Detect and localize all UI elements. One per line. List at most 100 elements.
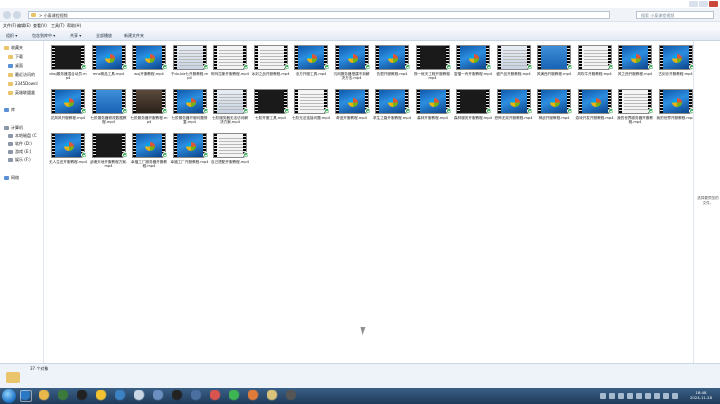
sidebar-item[interactable]: 软件 (D:)	[8, 141, 48, 148]
sync-check-icon	[526, 108, 533, 114]
video-thumbnail	[537, 89, 571, 114]
sync-check-icon	[243, 64, 249, 70]
file-item[interactable]: 夜一帐天工程开服教程.mp4	[414, 45, 452, 85]
toolbar-button[interactable]: 组织 ▾	[6, 33, 17, 39]
file-item[interactable]: 七阶服务器开服教程.mp4	[130, 89, 168, 129]
sidebar-item[interactable]: 娱乐 (F:)	[8, 157, 48, 164]
video-thumbnail	[91, 133, 126, 158]
app-icon[interactable]	[153, 390, 165, 402]
file-item[interactable]: 森林服务开服教程.mp4	[454, 89, 492, 129]
file-item[interactable]: 冰封之战开服教程.mp4	[252, 45, 290, 85]
close-button[interactable]	[709, 1, 718, 7]
search-input[interactable]: 搜索 小泰课程视频	[636, 11, 714, 19]
chrome-icon[interactable]	[58, 390, 70, 402]
folder-icon[interactable]	[39, 390, 51, 402]
file-item[interactable]: 求生之路开服教程.mp4	[373, 89, 411, 129]
toolbar-button[interactable]: 新建文件夹	[124, 33, 144, 39]
sidebar-item[interactable]: 下载	[8, 54, 48, 61]
file-item[interactable]: 花风风开服教程.mp4	[49, 89, 87, 129]
file-item[interactable]: 七阶开服工具.mp4	[252, 89, 290, 129]
app-icon[interactable]	[191, 390, 203, 402]
drive-icon	[8, 150, 13, 154]
sidebar-item[interactable]: 游戏 (E:)	[8, 149, 48, 156]
sidebar-item[interactable]: 计算机	[4, 125, 44, 132]
forward-button[interactable]	[13, 11, 21, 19]
file-item[interactable]: 无人生还开服教程.mp4	[49, 133, 87, 173]
windows-logo-icon	[64, 98, 74, 107]
sync-check-icon	[445, 64, 452, 70]
file-item[interactable]: 幸福工厂服务器开服教程.mp4	[130, 133, 168, 173]
sidebar-item[interactable]: 桌面	[8, 63, 48, 70]
sidebar-item[interactable]: 2345Downl	[8, 81, 48, 88]
file-item[interactable]: 奇迹开服教程.mp4	[333, 89, 371, 129]
sidebar-item[interactable]: 英雄联盟盒	[8, 90, 48, 97]
back-button[interactable]	[3, 11, 11, 19]
file-item[interactable]: 风吹牛开服教程.mp4	[576, 45, 614, 85]
video-thumbnail	[51, 133, 85, 158]
file-item[interactable]: 森林开服教程.mp4	[414, 89, 452, 129]
file-item[interactable]: 阿玛拉斯开服教程.mp4	[211, 45, 249, 85]
app-icon[interactable]	[134, 390, 146, 402]
sidebar-item-label: 收藏夹	[11, 45, 23, 50]
file-item[interactable]: 恐怖无双开服教程.mp4	[495, 89, 533, 129]
file-item[interactable]: 神武开服教程.mp4	[535, 89, 573, 129]
file-item[interactable]: 武魂天地开服教程方案.mp4	[90, 133, 128, 173]
app-icon[interactable]	[248, 390, 260, 402]
file-item[interactable]: 千dx-blz七开服教程.mp4	[171, 45, 209, 85]
minimize-button[interactable]	[689, 1, 698, 7]
clock[interactable]: 18:48 2024-11-28	[684, 390, 718, 400]
menu-item[interactable]: 帮助(H)	[67, 23, 81, 29]
video-thumbnail	[253, 89, 288, 114]
penguin-icon[interactable]	[172, 390, 184, 402]
file-item[interactable]: 自己搭配开服教程.mp4	[211, 133, 249, 173]
start-button[interactable]	[2, 389, 16, 403]
file-item[interactable]: wxj开服教程.mp4	[130, 45, 168, 85]
file-item[interactable]: 盛产品开服教程.mp4	[495, 45, 533, 85]
file-item[interactable]: 我的世界服务器开服教程.mp4	[616, 89, 654, 129]
file-item[interactable]: 古剑诊开服教程.mp4	[657, 45, 695, 85]
sidebar-item[interactable]: 收藏夹	[4, 45, 44, 52]
edge-icon[interactable]	[229, 390, 241, 402]
menu-item[interactable]: 编辑(E)	[17, 23, 31, 29]
file-item[interactable]: 七阶服务器修改数据教程.mp4	[90, 89, 128, 129]
menu-item[interactable]: 工具(T)	[51, 23, 65, 29]
file-name: 古剑诊开服教程.mp4	[658, 72, 693, 76]
qq-icon[interactable]	[96, 390, 108, 402]
sidebar-item[interactable]: 最近访问的	[8, 72, 48, 79]
file-item[interactable]: 七阶无法连接问题.mp4	[292, 89, 330, 129]
video-thumbnail	[132, 89, 166, 114]
menu-item[interactable]: 文件(F)	[3, 23, 16, 29]
app-icon[interactable]	[267, 390, 279, 402]
file-item[interactable]: 幸福工厂开服教程.mp4	[171, 133, 209, 173]
file-item[interactable]: 风之西开服教程.mp4	[616, 45, 654, 85]
file-item[interactable]: 风满西开服教程.mp4	[535, 45, 573, 85]
sidebar-item[interactable]: 本地磁盘 (C	[8, 133, 48, 140]
sidebar-item[interactable]: 网络	[4, 175, 44, 182]
toolbar-button[interactable]: 全部播放	[96, 33, 112, 39]
folder-icon	[8, 82, 13, 86]
file-item[interactable]: dnsj服务器混合动员.mp4	[49, 45, 87, 85]
file-item[interactable]: 沧方开服工具.mp4	[292, 45, 330, 85]
file-item[interactable]: 仇恨开服教程.mp4	[373, 45, 411, 85]
file-item[interactable]: 游戏开发开服教程.mp4	[576, 89, 614, 129]
app-icon[interactable]	[210, 390, 222, 402]
file-item[interactable]: mns精品工具.mp4	[90, 45, 128, 85]
app-icon[interactable]	[286, 390, 298, 402]
toolbar-button[interactable]: 包含到库中 ▾	[32, 33, 55, 39]
ie-icon[interactable]	[20, 390, 32, 402]
sync-check-icon	[607, 108, 614, 114]
maximize-button[interactable]	[699, 1, 708, 7]
file-item[interactable]: 七阶服务器开服问题修复.mp4	[171, 89, 209, 129]
file-item[interactable]: 七阶服务器无法访问解决方案.mp4	[211, 89, 249, 129]
app-icon[interactable]	[115, 390, 127, 402]
file-item[interactable]: 沉闷服务器搭建不到解决方法.mp4	[333, 45, 371, 85]
menu-item[interactable]: 查看(V)	[33, 23, 47, 29]
toolbar-button[interactable]: 共享 ▾	[70, 33, 81, 39]
steam-icon[interactable]	[77, 390, 89, 402]
address-bar[interactable]: > 小泰课程视频	[28, 11, 610, 19]
windows-logo-icon	[469, 54, 479, 63]
sidebar-item[interactable]: 库	[4, 107, 44, 114]
recent-icon	[8, 73, 13, 77]
file-item[interactable]: 我的世界开服教程.mp4	[657, 89, 695, 129]
file-item[interactable]: 富僧一舟开服教程.mp4	[454, 45, 492, 85]
